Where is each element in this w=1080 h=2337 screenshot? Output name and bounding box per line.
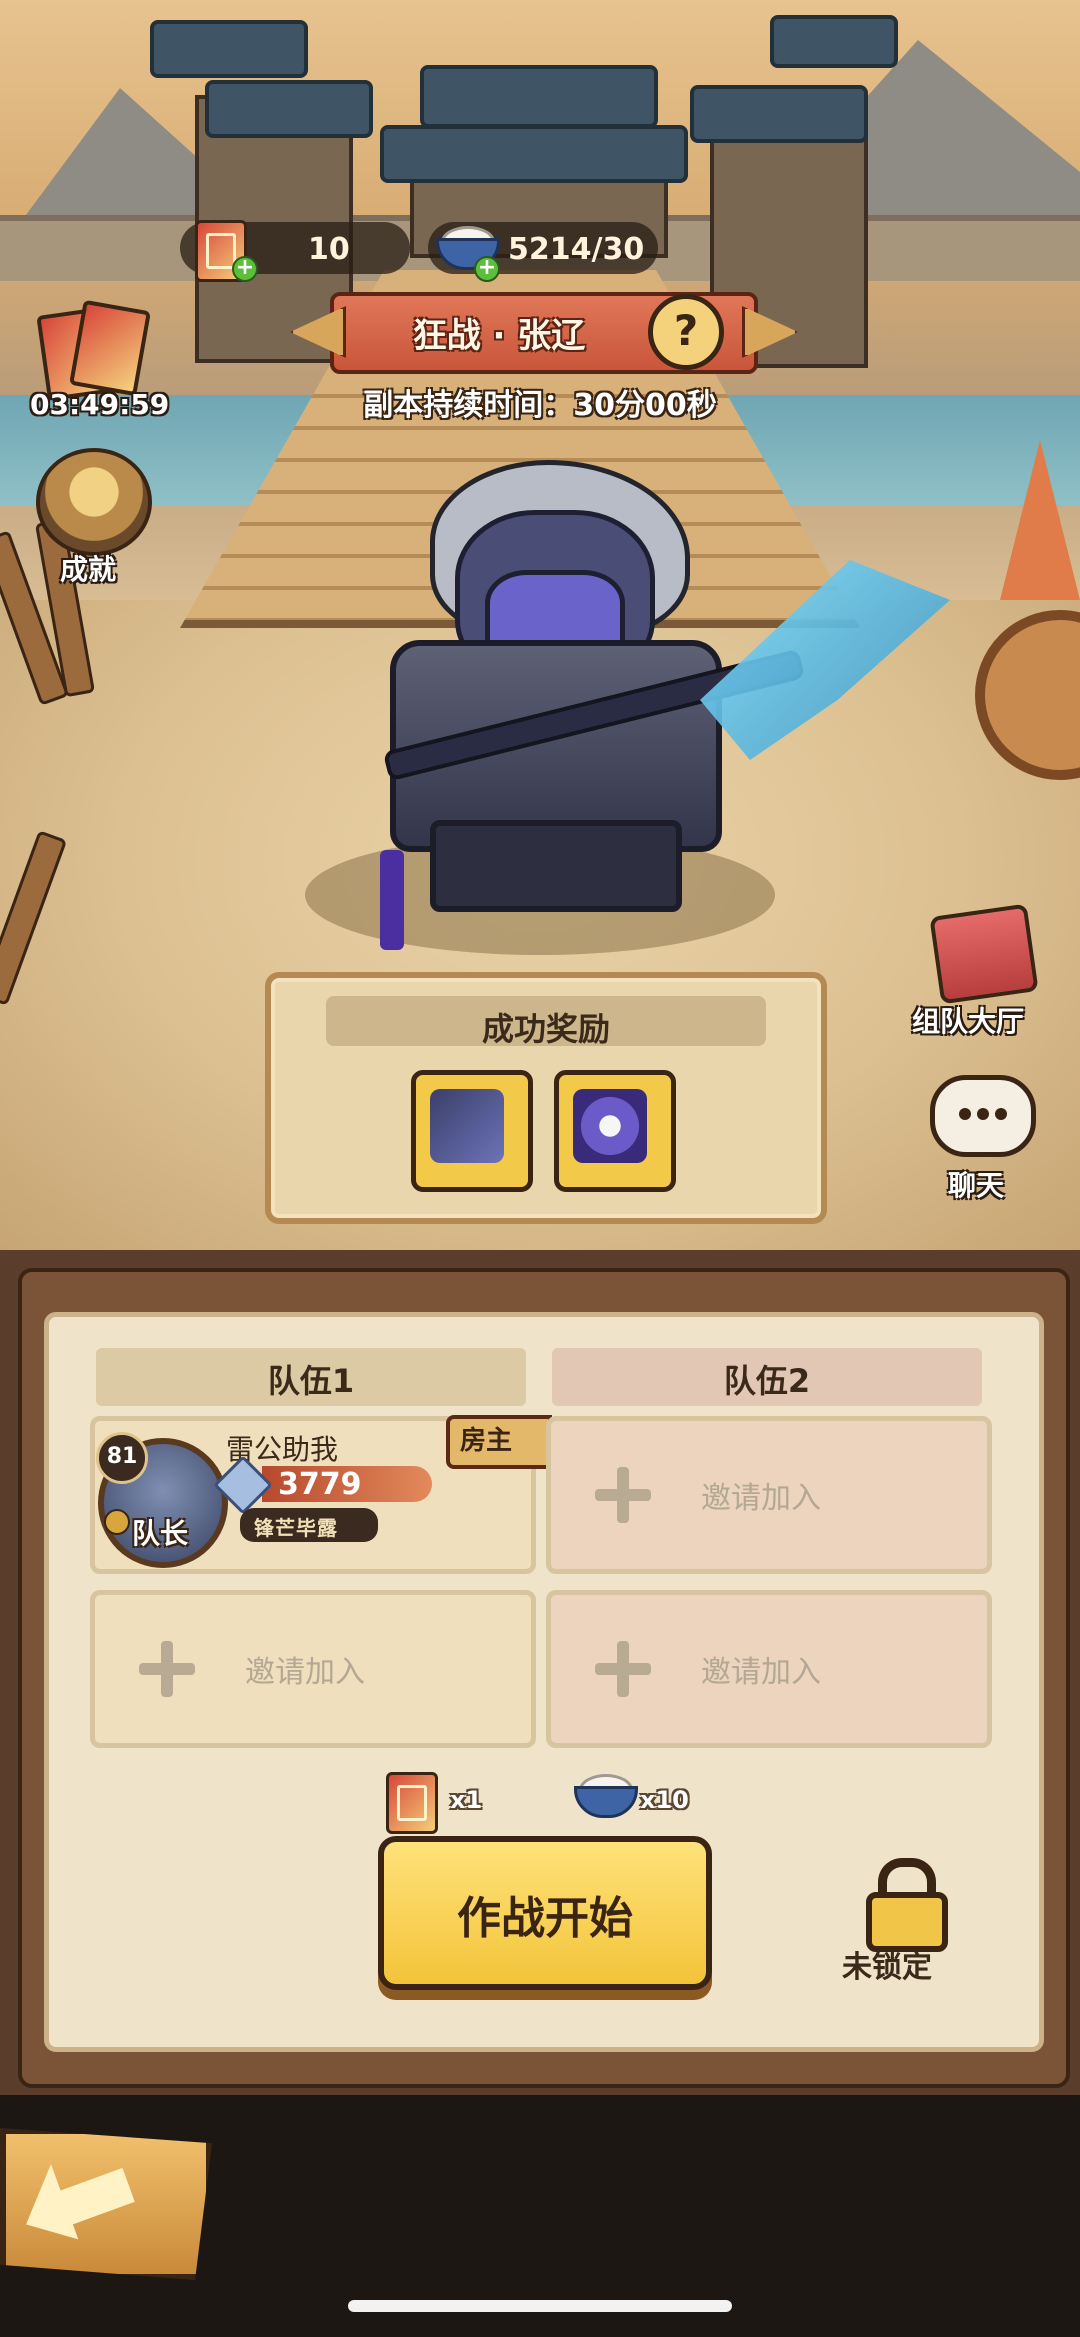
watchtower-roof [150,20,308,78]
plus-icon [595,1641,651,1697]
member-power: 3779 [278,1467,362,1502]
rice-cost: x10 [640,1786,689,1814]
rice-count: 5214/30 [508,232,645,267]
cards-count: 10 [308,232,350,267]
team1-invite-slot[interactable]: 邀请加入 [90,1590,536,1748]
start-battle-button[interactable]: 作战开始 [378,1836,712,1990]
watchtower-roof [205,80,373,138]
achievement-icon[interactable] [36,448,152,556]
halberd-tassel [380,850,404,950]
plus-icon [595,1467,651,1523]
rewards-title: 成功奖励 [481,1010,610,1048]
start-battle-label: 作战开始 [457,1893,633,1944]
help-icon[interactable]: ? [648,294,724,370]
unlock-icon[interactable] [866,1858,948,1952]
dungeon-duration: 副本持续时间：30分00秒 [363,388,717,423]
gate-roof [380,125,688,183]
team2-invite-slot-1[interactable]: 邀请加入 [546,1416,992,1574]
invite-label: 邀请加入 [245,1655,365,1690]
reward-item-chest[interactable] [554,1070,676,1192]
portal-chest-icon [573,1089,647,1163]
invite-label: 邀请加入 [701,1481,821,1516]
boss-title: 狂战 · 张辽 [412,316,586,356]
captain-label: 队长 [132,1517,189,1550]
team-hall-label[interactable]: 组队大厅 [912,1000,1024,1040]
lock-status-label[interactable]: 未锁定 [842,1942,932,1986]
achievement-label: 成就 [60,553,117,586]
armor-reward-icon [430,1089,504,1163]
team2-invite-slot-2[interactable]: 邀请加入 [546,1590,992,1748]
member-level: 81 [96,1432,148,1484]
watchtower-roof [690,85,868,143]
boss-character [370,450,730,912]
plus-icon [139,1641,195,1697]
captain-icon [104,1509,130,1535]
card-cost: x1 [450,1786,483,1814]
success-rewards-panel: 成功奖励 [265,972,827,1224]
team1-title: 队伍1 [267,1362,355,1400]
add-rice-icon[interactable]: + [474,256,500,282]
watchtower-roof [770,15,898,68]
chat-icon[interactable] [930,1075,1036,1157]
team2-title: 队伍2 [723,1362,811,1400]
chat-label[interactable]: 聊天 [948,1164,1004,1204]
reward-item-armor[interactable] [411,1070,533,1192]
invite-label: 邀请加入 [701,1655,821,1690]
rice-cost-icon [574,1772,638,1818]
battle-card-cost-icon [386,1772,438,1834]
host-tag-label: 房主 [460,1426,513,1456]
add-cards-icon[interactable]: + [232,256,258,282]
home-indicator[interactable] [348,2300,732,2312]
gate-roof [420,65,658,128]
member-title: 锋芒毕露 [254,1516,338,1540]
team-hall-icon[interactable] [929,903,1039,1005]
boss-legs [430,820,682,912]
